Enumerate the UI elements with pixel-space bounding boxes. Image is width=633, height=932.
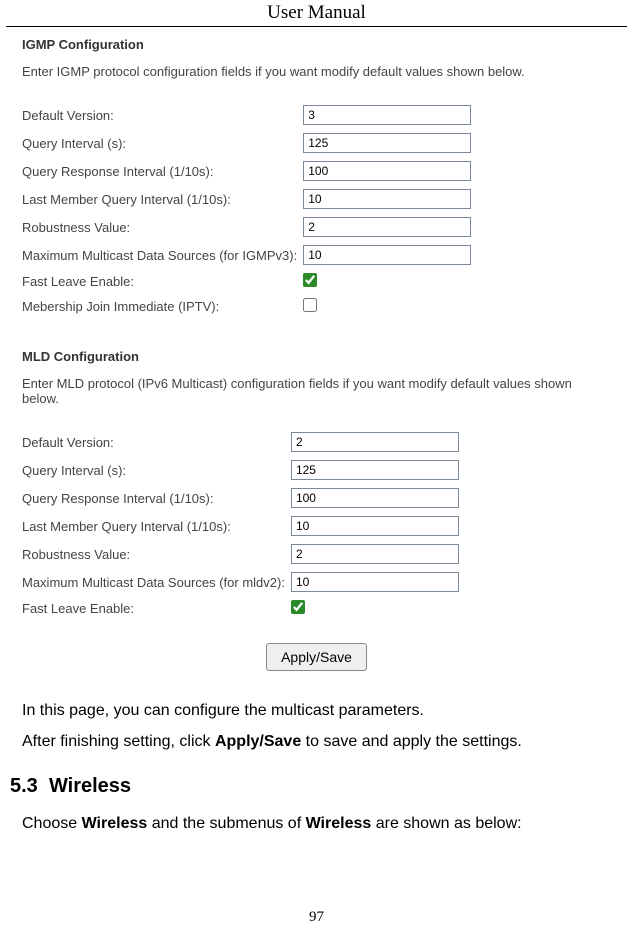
wireless-heading-text: Wireless xyxy=(49,775,131,797)
mld-robustness-label: Robustness Value: xyxy=(22,540,291,568)
igmp-section-title: IGMP Configuration xyxy=(22,37,611,52)
wireless-a: Choose xyxy=(22,815,82,832)
igmp-query-response-label: Query Response Interval (1/10s): xyxy=(22,157,303,185)
igmp-max-sources-label: Maximum Multicast Data Sources (for IGMP… xyxy=(22,241,303,269)
igmp-fast-leave-label: Fast Leave Enable: xyxy=(22,269,303,294)
mld-section-title: MLD Configuration xyxy=(22,349,611,364)
igmp-section-desc: Enter IGMP protocol configuration fields… xyxy=(22,64,611,79)
wireless-b-bold: Wireless xyxy=(82,815,148,832)
igmp-fast-leave-checkbox[interactable] xyxy=(303,273,317,287)
document-header-title: User Manual xyxy=(6,0,627,27)
igmp-query-interval-label: Query Interval (s): xyxy=(22,129,303,157)
igmp-last-member-input[interactable] xyxy=(303,189,471,209)
mld-query-interval-label: Query Interval (s): xyxy=(22,456,291,484)
mld-default-version-input[interactable] xyxy=(291,432,459,452)
igmp-fields-table: Default Version: Query Interval (s): Que… xyxy=(22,101,473,319)
igmp-default-version-label: Default Version: xyxy=(22,101,303,129)
wireless-e: are shown as below: xyxy=(371,815,521,832)
p2-part-c: to save and apply the settings. xyxy=(301,733,522,750)
mld-query-response-input[interactable] xyxy=(291,488,459,508)
wireless-c: and the submenus of xyxy=(147,815,305,832)
mld-fields-table: Default Version: Query Interval (s): Que… xyxy=(22,428,461,621)
mld-default-version-label: Default Version: xyxy=(22,428,291,456)
page-number: 97 xyxy=(0,909,633,926)
igmp-robustness-label: Robustness Value: xyxy=(22,213,303,241)
igmp-membership-join-label: Mebership Join Immediate (IPTV): xyxy=(22,294,303,319)
mld-query-interval-input[interactable] xyxy=(291,460,459,480)
igmp-query-response-input[interactable] xyxy=(303,161,471,181)
mld-max-sources-label: Maximum Multicast Data Sources (for mldv… xyxy=(22,568,291,596)
doc-paragraph-1: In this page, you can configure the mult… xyxy=(22,699,611,722)
apply-save-button[interactable]: Apply/Save xyxy=(266,643,367,671)
mld-max-sources-input[interactable] xyxy=(291,572,459,592)
igmp-robustness-input[interactable] xyxy=(303,217,471,237)
mld-last-member-label: Last Member Query Interval (1/10s): xyxy=(22,512,291,540)
mld-fast-leave-checkbox[interactable] xyxy=(291,600,305,614)
wireless-section-heading: 5.3 Wireless xyxy=(10,775,633,798)
p2-part-a: After finishing setting, click xyxy=(22,733,215,750)
p2-part-b-bold: Apply/Save xyxy=(215,733,301,750)
igmp-membership-join-checkbox[interactable] xyxy=(303,298,317,312)
mld-robustness-input[interactable] xyxy=(291,544,459,564)
igmp-max-sources-input[interactable] xyxy=(303,245,471,265)
mld-section-desc: Enter MLD protocol (IPv6 Multicast) conf… xyxy=(22,376,611,406)
mld-fast-leave-label: Fast Leave Enable: xyxy=(22,596,291,621)
mld-query-response-label: Query Response Interval (1/10s): xyxy=(22,484,291,512)
wireless-d-bold: Wireless xyxy=(306,815,372,832)
wireless-heading-number: 5.3 xyxy=(10,775,38,797)
igmp-last-member-label: Last Member Query Interval (1/10s): xyxy=(22,185,303,213)
igmp-query-interval-input[interactable] xyxy=(303,133,471,153)
igmp-default-version-input[interactable] xyxy=(303,105,471,125)
doc-paragraph-2: After finishing setting, click Apply/Sav… xyxy=(22,730,611,753)
wireless-sentence: Choose Wireless and the submenus of Wire… xyxy=(22,812,611,835)
mld-last-member-input[interactable] xyxy=(291,516,459,536)
